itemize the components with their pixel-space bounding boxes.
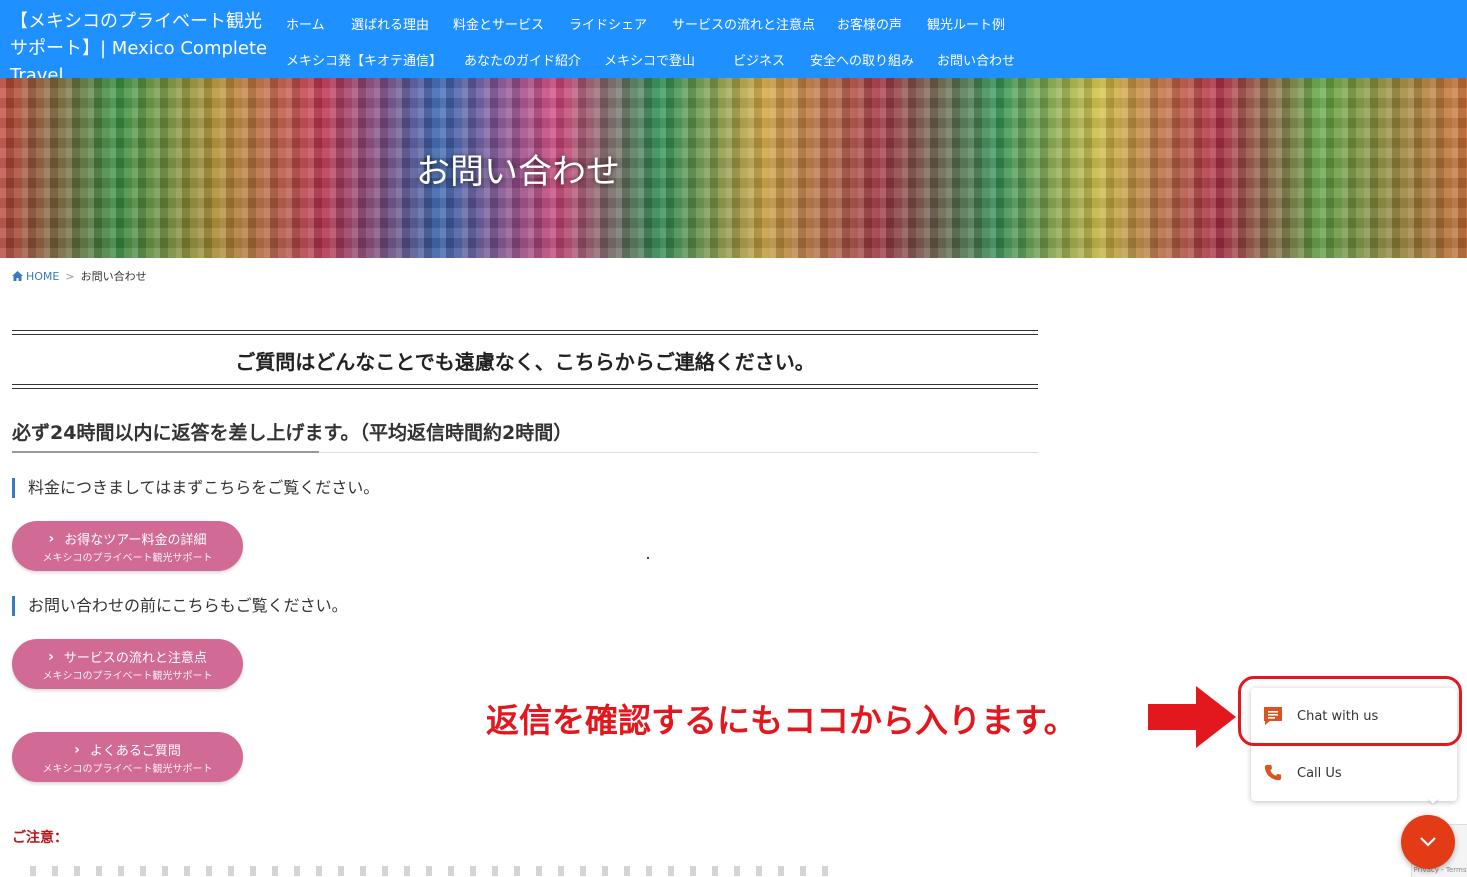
hero-image-overlay xyxy=(0,78,1467,258)
nav-item-contact[interactable]: お問い合わせ xyxy=(937,50,1015,69)
chevron-right-icon: › xyxy=(48,648,54,665)
lead-text: ご質問はどんなことでも遠慮なく、こちらからご連絡ください。 xyxy=(235,350,815,374)
breadcrumb-home[interactable]: HOME xyxy=(12,270,59,283)
tour-price-button[interactable]: › お得なツアー料金の詳細 メキシコのプライベート観光サポート xyxy=(12,521,243,571)
price-note: 料金につきましてはまずこちらをご覧ください。 xyxy=(12,478,379,498)
faq-button[interactable]: › よくあるご質問 メキシコのプライベート観光サポート xyxy=(12,732,243,782)
service-flow-button-label: サービスの流れと注意点 xyxy=(63,651,207,666)
phone-icon xyxy=(1261,764,1285,782)
site-title[interactable]: 【メキシコのプライベート観光サポート】| Mexico Complete Tra… xyxy=(10,8,275,89)
service-flow-button-sub: メキシコのプライベート観光サポート xyxy=(42,671,213,682)
annotation-text: 返信を確認するにもココから入ります。 xyxy=(486,701,1077,740)
call-us-option[interactable]: Call Us xyxy=(1251,745,1457,801)
notice-title: ご注意： xyxy=(12,830,68,846)
nav-item-mountain[interactable]: メキシコで登山 xyxy=(604,50,695,69)
page-title: お問い合わせ xyxy=(416,152,620,192)
nav-item-business[interactable]: ビジネス xyxy=(733,50,785,69)
nav-item-home[interactable]: ホーム xyxy=(286,14,325,33)
faq-button-label: よくあるご質問 xyxy=(89,744,181,759)
breadcrumb: HOME > お問い合わせ xyxy=(12,268,147,284)
divider-top xyxy=(12,330,1038,335)
site-header: 【メキシコのプライベート観光サポート】| Mexico Complete Tra… xyxy=(0,0,1467,86)
chat-toggle-button[interactable] xyxy=(1401,815,1455,869)
stray-dot xyxy=(647,557,649,559)
response-time-heading: 必ず24時間以内に返答を差し上げます。（平均返信時間約2時間） xyxy=(12,422,573,444)
tour-price-button-label: お得なツアー料金の詳細 xyxy=(64,533,207,548)
nav-item-safety[interactable]: 安全への取り組み xyxy=(810,50,914,69)
before-contact-note: お問い合わせの前にこちらもご覧ください。 xyxy=(12,596,348,616)
cut-off-text-line xyxy=(30,866,830,876)
nav-item-testimonials[interactable]: お客様の声 xyxy=(837,14,902,33)
nav-item-reasons[interactable]: 選ばれる理由 xyxy=(351,14,429,33)
nav-item-rideshare[interactable]: ライドシェア xyxy=(569,14,647,33)
divider-bottom xyxy=(12,384,1038,389)
annotation-arrow-icon xyxy=(1148,686,1236,748)
hero-banner: お問い合わせ xyxy=(0,78,1467,258)
annotation-highlight-box xyxy=(1238,676,1462,746)
call-us-label: Call Us xyxy=(1297,765,1342,781)
nav-item-newsletter[interactable]: メキシコ発【キオテ通信】 xyxy=(286,50,442,69)
chevron-right-icon: › xyxy=(48,530,55,547)
heading-underline-accent xyxy=(12,451,319,453)
nav-item-service-flow[interactable]: サービスの流れと注意点 xyxy=(672,14,815,33)
tour-price-button-sub: メキシコのプライベート観光サポート xyxy=(42,553,213,564)
nav-item-pricing[interactable]: 料金とサービス xyxy=(453,14,544,33)
faq-button-sub: メキシコのプライベート観光サポート xyxy=(42,764,213,775)
nav-item-routes[interactable]: 観光ルート例 xyxy=(927,14,1005,33)
breadcrumb-home-label: HOME xyxy=(26,269,60,283)
chevron-right-icon: › xyxy=(74,741,80,758)
breadcrumb-separator: > xyxy=(65,269,75,283)
service-flow-button[interactable]: › サービスの流れと注意点 メキシコのプライベート観光サポート xyxy=(12,639,243,689)
chevron-down-icon xyxy=(1420,837,1436,847)
home-icon xyxy=(12,271,23,281)
nav-item-guide[interactable]: あなたのガイド紹介 xyxy=(464,50,581,69)
chat-panel-pointer xyxy=(1427,798,1439,804)
breadcrumb-current: お問い合わせ xyxy=(80,270,147,283)
